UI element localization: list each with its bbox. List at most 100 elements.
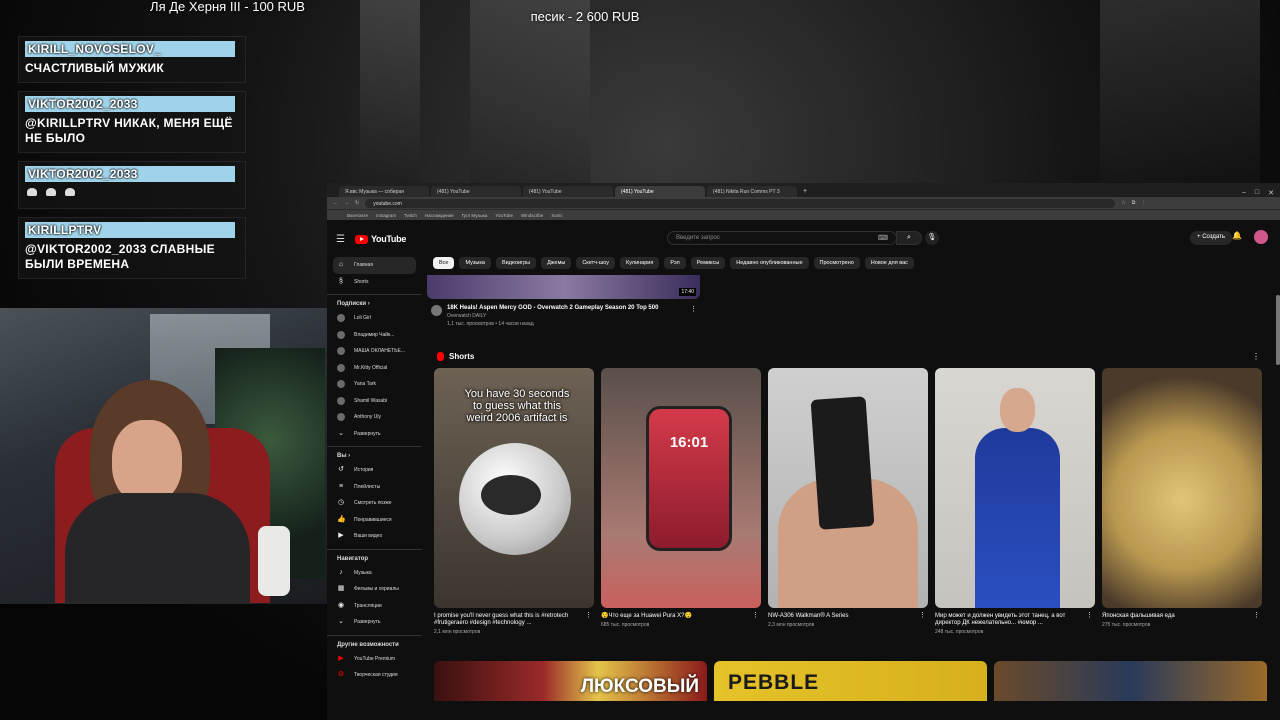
- sidebar-item-subscription[interactable]: Yana Tark: [327, 376, 422, 393]
- short-thumbnail[interactable]: [1102, 368, 1262, 608]
- video-title[interactable]: 18K Heals! Aspen Mercy GOD - Overwatch 2…: [447, 305, 701, 311]
- bookmark-item[interactable]: Instagram: [376, 213, 396, 218]
- sidebar-you-header[interactable]: Вы ›: [327, 446, 422, 462]
- short-thumbnail[interactable]: [768, 368, 928, 608]
- close-icon[interactable]: ✕: [1268, 189, 1274, 197]
- forward-icon[interactable]: →: [344, 200, 349, 206]
- short-card[interactable]: Японская фальшивая еда 275 тыс. просмотр…: [1102, 368, 1262, 636]
- bookmark-item[interactable]: Вконтакте: [347, 213, 368, 218]
- notifications-bell-icon[interactable]: 🔔: [1232, 231, 1242, 240]
- video-channel[interactable]: Overwatch DAILY: [447, 313, 701, 319]
- menu-icon[interactable]: ⋮: [1141, 200, 1146, 206]
- keyboard-icon[interactable]: ⌨: [878, 234, 888, 242]
- sidebar-item-history[interactable]: ↺ История: [327, 462, 422, 479]
- video-thumbnail[interactable]: 17:40: [427, 275, 700, 299]
- chip[interactable]: Скетч-шоу: [576, 257, 616, 269]
- sidebar-item-subscription[interactable]: Shamil Wasabi: [327, 393, 422, 410]
- channel-avatar: [337, 380, 345, 389]
- more-options-icon[interactable]: ⋮: [690, 305, 697, 313]
- dancer-head: [1000, 388, 1035, 432]
- minimize-icon[interactable]: –: [1242, 189, 1246, 197]
- chip[interactable]: Рэп: [664, 257, 686, 269]
- chip[interactable]: Просмотрено: [813, 257, 860, 269]
- sidebar-item-liked[interactable]: 👍 Понравившиеся: [327, 512, 422, 529]
- browser-tab[interactable]: (481) Nikita Run Comms PT 3: [707, 186, 797, 197]
- more-options-icon[interactable]: ⋮: [1086, 612, 1093, 619]
- chip[interactable]: Ремиксы: [690, 257, 726, 269]
- new-tab-icon[interactable]: +: [799, 188, 811, 197]
- voice-search-button[interactable]: 🎙: [925, 231, 939, 245]
- more-options-icon[interactable]: ⋮: [585, 612, 592, 619]
- browser-tab[interactable]: Я.ввс Музыка — собирая: [339, 186, 429, 197]
- extensions-icon[interactable]: ⧉: [1132, 200, 1136, 206]
- chip[interactable]: Недавно опубликованные: [730, 257, 809, 269]
- short-title[interactable]: NW-A306 Walkman® A Series: [768, 613, 928, 620]
- chip[interactable]: Джемы: [541, 257, 572, 269]
- sidebar-item-expand-nav[interactable]: ⌄ Развернуть: [327, 614, 422, 631]
- sidebar-item-your-videos[interactable]: ▶ Ваши видео: [327, 528, 422, 545]
- short-thumbnail[interactable]: [935, 368, 1095, 608]
- sidebar-item-studio[interactable]: ⚙ Творческая студия: [327, 667, 422, 684]
- sidebar-item-movies[interactable]: ▦ Фильмы и сериалы: [327, 581, 422, 598]
- maximize-icon[interactable]: □: [1255, 189, 1259, 197]
- reload-icon[interactable]: ↻: [355, 200, 359, 206]
- chip[interactable]: Новое для вас: [864, 257, 914, 269]
- short-thumbnail[interactable]: You have 30 seconds to guess what this w…: [434, 368, 594, 608]
- short-card[interactable]: 16:01 😯Что еще за Huawei Pura X?😯 685 ты…: [601, 368, 761, 636]
- browser-window: Я.ввс Музыка — собирая (481) YouTube (48…: [327, 183, 1280, 720]
- account-avatar[interactable]: [1254, 230, 1268, 244]
- sidebar-item-subscription[interactable]: Mr.Kitty Official: [327, 360, 422, 377]
- browser-tab[interactable]: (481) YouTube: [523, 186, 613, 197]
- search-button[interactable]: ⌕: [896, 231, 922, 245]
- sidebar-item-subscription[interactable]: Владимир Чайк...: [327, 327, 422, 344]
- sidebar-item-expand[interactable]: ⌄ Развернуть: [327, 426, 422, 443]
- short-card[interactable]: You have 30 seconds to guess what this w…: [434, 368, 594, 636]
- short-card[interactable]: NW-A306 Walkman® A Series 2,3 млн просмо…: [768, 368, 928, 636]
- back-icon[interactable]: ←: [333, 200, 338, 206]
- page-scrollbar[interactable]: [1276, 295, 1280, 365]
- more-options-icon[interactable]: ⋮: [752, 612, 759, 619]
- short-title[interactable]: Японская фальшивая еда: [1102, 613, 1262, 620]
- bookmark-star-icon[interactable]: ☆: [1121, 200, 1125, 206]
- sidebar-item-subscription[interactable]: Anthony Uly: [327, 409, 422, 426]
- channel-avatar[interactable]: [431, 305, 442, 316]
- more-options-icon[interactable]: ⋮: [1253, 612, 1260, 619]
- short-card[interactable]: Мир может и должен увидеть этот танец, а…: [935, 368, 1095, 636]
- hamburger-menu-icon[interactable]: ☰: [336, 234, 345, 245]
- browser-tab-active[interactable]: (481) YouTube: [615, 186, 705, 197]
- sidebar-item-watch-later[interactable]: ◷ Смотреть позже: [327, 495, 422, 512]
- more-options-icon[interactable]: ⋮: [919, 612, 926, 619]
- chip-all[interactable]: Все: [433, 257, 455, 269]
- video-thumbnail[interactable]: ЛЮКСОВЫЙ: [434, 661, 707, 701]
- browser-tab[interactable]: (481) YouTube: [431, 186, 521, 197]
- sidebar-item-playlists[interactable]: ≡ Плейлисты: [327, 479, 422, 496]
- bookmark-item[interactable]: YouTube: [495, 213, 513, 218]
- bookmark-item[interactable]: Twitch: [404, 213, 417, 218]
- sidebar-item-music[interactable]: ♪ Музыка: [327, 565, 422, 582]
- youtube-logo[interactable]: YouTube: [354, 234, 406, 244]
- sidebar-item-subscription[interactable]: МАША ОКЛАНЕТЬЕ...: [327, 343, 422, 360]
- bookmark-item[interactable]: Windscribe: [521, 213, 543, 218]
- sidebar-item-premium[interactable]: ▶ YouTube Premium: [327, 651, 422, 668]
- url-field[interactable]: youtube.com: [365, 198, 1116, 208]
- chip[interactable]: Музыка: [459, 257, 491, 269]
- short-thumbnail[interactable]: 16:01: [601, 368, 761, 608]
- chip[interactable]: Видеоигры: [495, 257, 537, 269]
- video-thumbnail[interactable]: [994, 661, 1267, 701]
- short-title[interactable]: I promise you'll never guess what this i…: [434, 613, 594, 627]
- short-title[interactable]: Мир может и должен увидеть этот танец, а…: [935, 613, 1095, 627]
- sidebar-item-home[interactable]: ⌂ Главная: [333, 257, 416, 274]
- video-thumbnail[interactable]: PEBBLE: [714, 661, 987, 701]
- search-input[interactable]: Введите запрос ⌨: [667, 231, 897, 245]
- sidebar-item-shorts[interactable]: § Shorts: [327, 274, 422, 291]
- sidebar-item-subscription[interactable]: Loli Girl: [327, 310, 422, 327]
- sidebar-subscriptions-header[interactable]: Подписки ›: [327, 294, 422, 310]
- bookmark-item[interactable]: Наслаждение: [425, 213, 454, 218]
- sidebar-item-live[interactable]: ◉ Трансляции: [327, 598, 422, 615]
- bookmark-item[interactable]: Sonic: [551, 213, 562, 218]
- create-button[interactable]: + Создать: [1190, 231, 1232, 245]
- short-title[interactable]: 😯Что еще за Huawei Pura X?😯: [601, 613, 761, 620]
- more-options-icon[interactable]: ⋮: [1252, 352, 1260, 361]
- bookmark-item[interactable]: Гугл Музыка: [462, 213, 488, 218]
- chip[interactable]: Кулинария: [620, 257, 660, 269]
